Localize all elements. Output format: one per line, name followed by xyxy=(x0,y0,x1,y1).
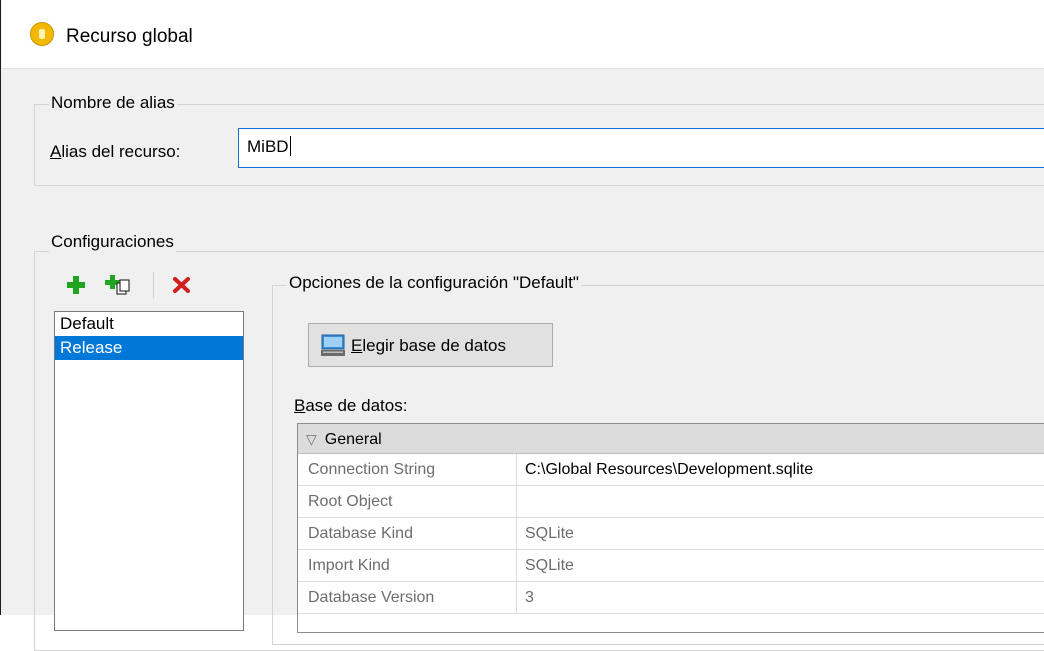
property-value[interactable]: 3 xyxy=(518,582,534,614)
section-header-general[interactable]: ▽ General xyxy=(298,424,1044,454)
plus-icon[interactable] xyxy=(65,274,87,296)
configurations-toolbar xyxy=(59,270,237,304)
alias-input-value: MiBD xyxy=(247,137,289,156)
database-label: Base de datos: xyxy=(294,396,407,416)
property-value[interactable]: SQLite xyxy=(518,550,574,582)
alias-group-legend: Nombre de alias xyxy=(49,93,177,113)
database-label-mnemonic: B xyxy=(294,396,306,415)
choose-database-mnemonic: E xyxy=(351,336,363,355)
collapse-triangle-icon[interactable]: ▽ xyxy=(306,431,317,447)
title-bar: Recurso global xyxy=(2,0,1044,69)
section-title: General xyxy=(324,431,382,448)
toolbar-separator xyxy=(153,272,154,298)
configurations-group-legend: Configuraciones xyxy=(49,232,176,252)
property-row[interactable]: Database Version 3 xyxy=(298,582,1044,614)
property-value[interactable]: C:\Global Resources\Development.sqlite xyxy=(518,454,813,486)
alias-label-mnemonic: A xyxy=(50,142,62,161)
property-row[interactable]: Import Kind SQLite xyxy=(298,550,1044,582)
database-icon xyxy=(321,334,345,356)
database-property-grid[interactable]: ▽ General Connection String C:\Global Res… xyxy=(297,423,1044,633)
property-name: Connection String xyxy=(298,454,517,485)
alias-input[interactable]: MiBD xyxy=(238,128,1044,168)
global-resource-icon xyxy=(30,22,54,46)
choose-database-label: Elegir base de datos xyxy=(351,336,506,356)
list-item-default[interactable]: Default xyxy=(55,312,243,336)
dialog-window: Recurso global Nombre de alias Alias del… xyxy=(0,0,1044,651)
database-label-text: ase de datos: xyxy=(305,396,408,415)
list-item-release[interactable]: Release xyxy=(55,336,243,360)
options-group-legend: Opciones de la configuración "Default" xyxy=(287,273,581,293)
alias-label: Alias del recurso: xyxy=(50,142,180,162)
property-name: Database Version xyxy=(298,582,517,613)
property-row[interactable]: Connection String C:\Global Resources\De… xyxy=(298,454,1044,486)
choose-database-text: legir base de datos xyxy=(362,336,506,355)
property-value[interactable]: SQLite xyxy=(518,518,574,550)
delete-x-icon[interactable] xyxy=(171,274,193,296)
alias-label-text: lias del recurso: xyxy=(61,142,181,161)
property-row[interactable]: Root Object xyxy=(298,486,1044,518)
window-title: Recurso global xyxy=(66,26,193,47)
property-name: Import Kind xyxy=(298,550,517,581)
text-caret xyxy=(289,136,291,156)
choose-database-button[interactable]: Elegir base de datos xyxy=(308,323,553,367)
add-copy-icon[interactable] xyxy=(105,274,131,296)
configurations-list[interactable]: Default Release xyxy=(54,311,244,631)
property-name: Database Kind xyxy=(298,518,517,549)
property-name: Root Object xyxy=(298,486,517,517)
property-row[interactable]: Database Kind SQLite xyxy=(298,518,1044,550)
